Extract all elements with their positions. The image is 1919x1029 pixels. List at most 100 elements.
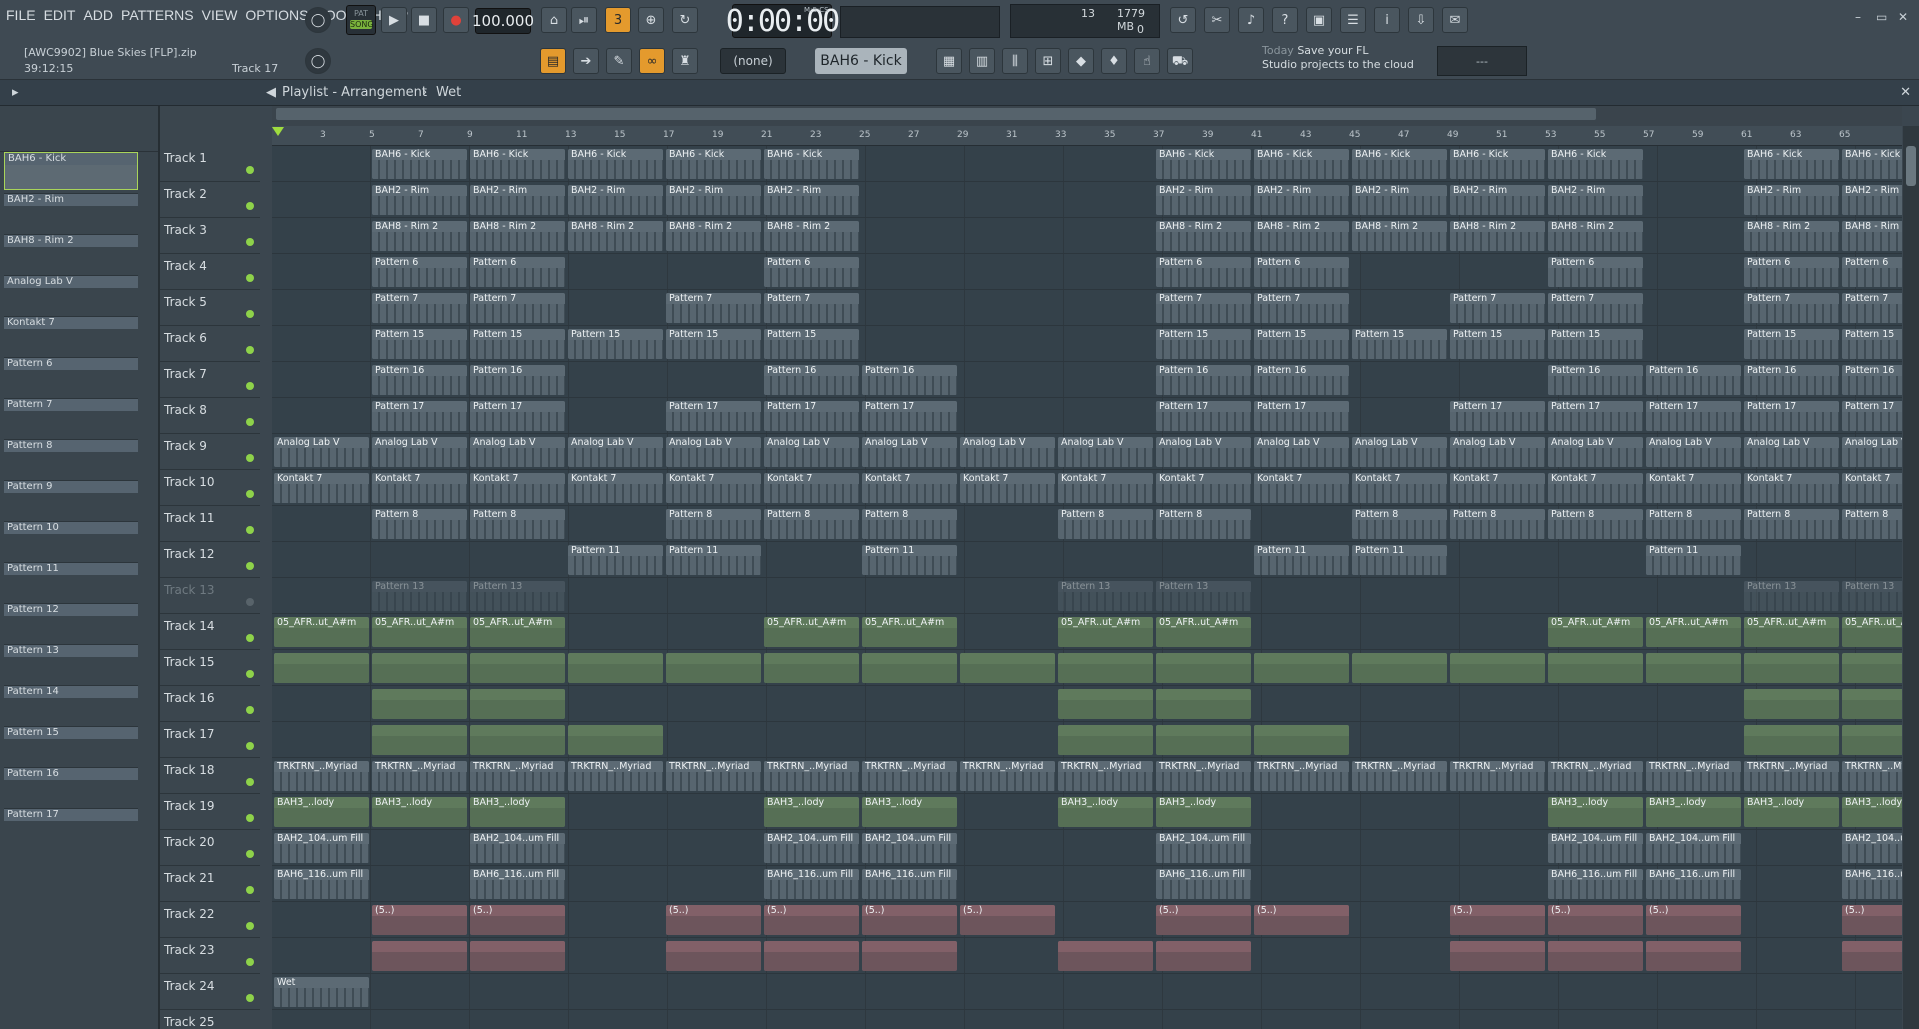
close-icon[interactable]: ✕ bbox=[1898, 10, 1908, 24]
clip[interactable]: BAH2 - Rim bbox=[764, 185, 859, 215]
clip[interactable]: Analog Lab V bbox=[274, 437, 369, 467]
clip[interactable] bbox=[372, 689, 467, 719]
playlist-lane[interactable]: Pattern 17 Pattern 17 Pattern 17 Pattern 17… bbox=[272, 398, 1902, 434]
clip[interactable]: BAH2 - Rim bbox=[372, 185, 467, 215]
clip[interactable]: BAH2 - Rim bbox=[1254, 185, 1349, 215]
clip[interactable]: 05_AFR..ut_A#m bbox=[372, 617, 467, 647]
clip[interactable]: BAH8 - Rim 2 bbox=[764, 221, 859, 251]
clip[interactable]: Pattern 8 bbox=[1352, 509, 1447, 539]
clip[interactable]: Analog Lab V bbox=[568, 437, 663, 467]
clip[interactable]: 05_AFR..ut_A#m bbox=[470, 617, 565, 647]
clip[interactable]: (5..) bbox=[764, 905, 859, 935]
clip[interactable] bbox=[666, 653, 761, 683]
clip[interactable]: Pattern 7 bbox=[764, 293, 859, 323]
record-icon[interactable]: ● bbox=[443, 7, 469, 33]
clip[interactable]: Pattern 15 bbox=[1744, 329, 1839, 359]
clip[interactable]: Analog Lab V bbox=[1548, 437, 1643, 467]
clip[interactable]: 05_AFR..ut_A#m bbox=[1646, 617, 1741, 647]
news-panel[interactable]: Today Save your FL Studio projects to th… bbox=[1262, 44, 1417, 80]
picker-item[interactable]: Kontakt 7 bbox=[4, 316, 138, 354]
clip[interactable]: Pattern 17 bbox=[1646, 401, 1741, 431]
playlist-lane[interactable]: Pattern 13 Pattern 13 Pattern 13 Pattern 13… bbox=[272, 578, 1902, 614]
menu-add[interactable]: ADD bbox=[83, 7, 113, 23]
playlist-lane[interactable] bbox=[272, 938, 1902, 974]
clip[interactable]: BAH8 - Rim 2 bbox=[666, 221, 761, 251]
clip[interactable]: Analog Lab V bbox=[862, 437, 957, 467]
chat-icon[interactable]: ✉ bbox=[1442, 7, 1468, 33]
track-mute-led-icon[interactable] bbox=[246, 562, 254, 570]
clip[interactable]: Pattern 6 bbox=[470, 257, 565, 287]
clip[interactable]: Pattern 8 bbox=[666, 509, 761, 539]
clip[interactable] bbox=[1352, 653, 1447, 683]
clip[interactable]: Kontakt 7 bbox=[666, 473, 761, 503]
clip[interactable] bbox=[1156, 725, 1251, 755]
playlist-lane[interactable]: Wet bbox=[272, 974, 1902, 1010]
clip[interactable]: Analog Lab V bbox=[764, 437, 859, 467]
clip[interactable]: BAH6 - Kick bbox=[1842, 149, 1902, 179]
clip[interactable] bbox=[1842, 653, 1902, 683]
clip[interactable]: BAH6 - Kick bbox=[1744, 149, 1839, 179]
clip[interactable]: Analog Lab V bbox=[666, 437, 761, 467]
track-mute-led-icon[interactable] bbox=[246, 166, 254, 174]
track-header[interactable]: Track 20 bbox=[160, 830, 260, 866]
clip[interactable]: BAH6 - Kick bbox=[470, 149, 565, 179]
clip[interactable] bbox=[1450, 653, 1545, 683]
clip[interactable]: BAH8 - Rim 2 bbox=[1548, 221, 1643, 251]
download-icon[interactable]: ⇩ bbox=[1408, 7, 1434, 33]
clip[interactable] bbox=[1548, 653, 1643, 683]
track-header[interactable]: Track 19 bbox=[160, 794, 260, 830]
clip[interactable] bbox=[1646, 653, 1741, 683]
clip[interactable]: Pattern 6 bbox=[1156, 257, 1251, 287]
clip[interactable]: Kontakt 7 bbox=[372, 473, 467, 503]
clip[interactable]: TRKTRN_..Myriad bbox=[1156, 761, 1251, 791]
clip[interactable] bbox=[470, 941, 565, 971]
track-mute-led-icon[interactable] bbox=[246, 922, 254, 930]
clip[interactable]: 05_AFR..ut_A#m bbox=[1156, 617, 1251, 647]
clip[interactable]: Kontakt 7 bbox=[470, 473, 565, 503]
clip[interactable]: TRKTRN_..Myriad bbox=[764, 761, 859, 791]
clip[interactable]: Pattern 15 bbox=[1254, 329, 1349, 359]
clip[interactable]: BAH8 - Rim 2 bbox=[568, 221, 663, 251]
clip[interactable]: (5..) bbox=[1548, 905, 1643, 935]
clip[interactable]: Pattern 17 bbox=[1156, 401, 1251, 431]
clip[interactable]: Pattern 15 bbox=[470, 329, 565, 359]
track-header[interactable]: Track 10 bbox=[160, 470, 260, 506]
clip[interactable]: 05_AFR..ut_A#m bbox=[1058, 617, 1153, 647]
clip[interactable]: Pattern 15 bbox=[568, 329, 663, 359]
playlist-close-icon[interactable]: ✕ bbox=[1900, 85, 1911, 100]
cut-icon[interactable]: ✂ bbox=[1204, 7, 1230, 33]
clip[interactable]: Kontakt 7 bbox=[1450, 473, 1545, 503]
clip[interactable]: Analog Lab V bbox=[1058, 437, 1153, 467]
clip[interactable]: TRKTRN_..Myriad bbox=[1058, 761, 1153, 791]
track-mute-led-icon[interactable] bbox=[246, 670, 254, 678]
clip[interactable]: (5..) bbox=[1254, 905, 1349, 935]
clip[interactable]: BAH8 - Rim 2 bbox=[1450, 221, 1545, 251]
clip[interactable]: Analog Lab V bbox=[1744, 437, 1839, 467]
playlist-lane[interactable]: BAH6_116..um Fill BAH6_116..um Fill BAH6_1… bbox=[272, 866, 1902, 902]
clip[interactable]: BAH3_..lody bbox=[1744, 797, 1839, 827]
playlist-lane[interactable]: TRKTRN_..Myriad TRKTRN_..Myriad TRKTRN_..M… bbox=[272, 758, 1902, 794]
clip[interactable]: Pattern 7 bbox=[1842, 293, 1902, 323]
menu-view[interactable]: VIEW bbox=[202, 7, 238, 23]
clip[interactable]: BAH6 - Kick bbox=[1548, 149, 1643, 179]
track-header[interactable]: Track 21 bbox=[160, 866, 260, 902]
clip[interactable]: BAH2_104..um Fill bbox=[862, 833, 957, 863]
track-header[interactable]: Track 24 bbox=[160, 974, 260, 1010]
clip[interactable]: BAH3_..lody bbox=[862, 797, 957, 827]
track-header[interactable]: Track 1 bbox=[160, 146, 260, 182]
picker-item[interactable]: Pattern 10 bbox=[4, 521, 138, 559]
track-mute-led-icon[interactable] bbox=[246, 994, 254, 1002]
clip[interactable]: Pattern 16 bbox=[764, 365, 859, 395]
arrangement-grid[interactable]: BAH6 - Kick BAH6 - Kick BAH6 - Kick BAH6 - … bbox=[272, 146, 1902, 1029]
clip[interactable]: Analog Lab V bbox=[1646, 437, 1741, 467]
clip[interactable] bbox=[470, 689, 565, 719]
track-header[interactable]: Track 25 bbox=[160, 1010, 260, 1029]
help-icon[interactable]: ? bbox=[1272, 7, 1298, 33]
clip[interactable] bbox=[568, 653, 663, 683]
clip[interactable]: Pattern 15 bbox=[666, 329, 761, 359]
clip[interactable] bbox=[470, 725, 565, 755]
clip[interactable]: Kontakt 7 bbox=[862, 473, 957, 503]
track-mute-led-icon[interactable] bbox=[246, 418, 254, 426]
clip[interactable]: Analog Lab V bbox=[470, 437, 565, 467]
clip[interactable]: Pattern 6 bbox=[1842, 257, 1902, 287]
